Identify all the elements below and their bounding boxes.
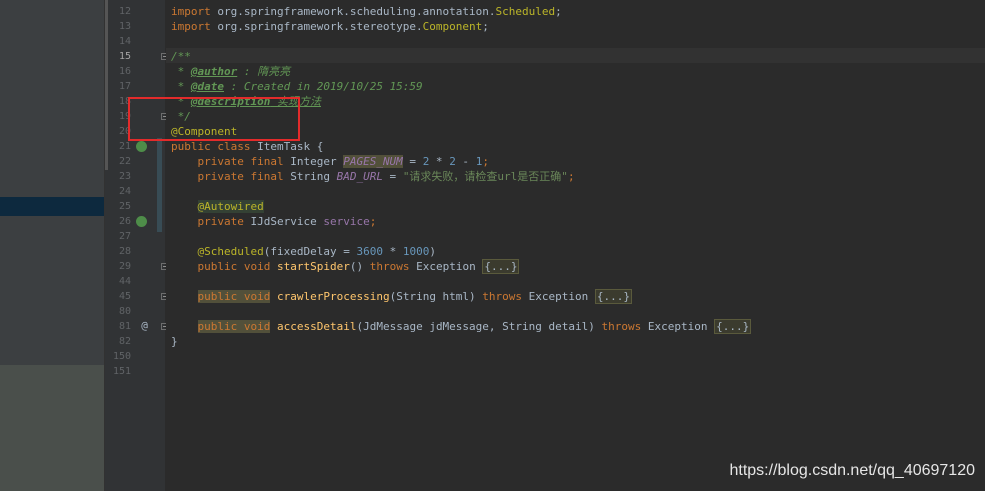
line-number: 29 [118,261,131,272]
project-panel[interactable] [0,0,105,491]
caret-row-highlight [166,48,985,63]
line-number: 14 [118,36,131,47]
line-number: 27 [118,231,131,242]
line-number: 81 [118,321,131,332]
project-panel-lower-area [0,365,105,491]
code-line-28[interactable]: @Scheduled(fixedDelay = 3600 * 1000) [171,244,436,259]
folded-block[interactable]: {...} [714,319,752,334]
code-line-13[interactable]: import org.springframework.stereotype.Co… [171,19,489,34]
line-number: 12 [118,6,131,17]
line-number: 45 [118,291,131,302]
code-line-15[interactable]: /** [171,49,191,64]
code-line-17[interactable]: * @date : Created in 2019/10/25 15:59 [171,79,423,94]
line-number: 16 [118,66,131,77]
line-number: 150 [112,351,131,362]
line-number: 26 [118,216,131,227]
vcs-change-marker[interactable] [157,138,162,232]
line-number: 28 [118,246,131,257]
line-number: 21 [118,141,131,152]
code-line-25[interactable]: @Autowired [171,199,264,214]
line-number: 80 [118,306,131,317]
code-line-21[interactable]: public class ItemTask { [171,139,323,154]
watermark: https://blog.csdn.net/qq_40697120 [729,462,975,479]
code-line-29[interactable]: public void startSpider() throws Excepti… [171,259,520,274]
line-number: 17 [118,81,131,92]
spring-autowired-icon[interactable] [136,216,147,227]
folded-block[interactable]: {...} [594,289,633,304]
code-line-22[interactable]: private final Integer PAGES_NUM = 2 * 2 … [171,154,489,169]
line-number: 24 [118,186,131,197]
spring-bean-icon[interactable] [136,141,147,152]
code-line-23[interactable]: private final String BAD_URL = "请求失败，请检查… [171,169,575,184]
code-line-150[interactable]: } [171,334,178,349]
code-line-45[interactable]: public void crawlerProcessing(String htm… [171,289,633,304]
line-number: 13 [118,21,131,32]
line-number: 44 [118,276,131,287]
line-number: 23 [118,171,131,182]
line-number: 151 [112,366,131,377]
line-number: 15 [118,51,131,62]
folded-block[interactable]: {...} [482,259,520,274]
code-line-82[interactable]: public void accessDetail(JdMessage jdMes… [171,319,752,334]
line-number: 22 [118,156,131,167]
code-line-12[interactable]: import org.springframework.scheduling.an… [171,4,562,19]
line-number: 82 [118,336,131,347]
override-at-icon[interactable]: @ [139,320,150,331]
code-line-26[interactable]: private IJdService service; [171,214,377,229]
code-line-16[interactable]: * @author : 隋亮亮 [171,64,291,79]
line-number: 25 [118,201,131,212]
project-selected-row[interactable] [0,197,105,216]
annotation-highlight-box [128,97,300,141]
